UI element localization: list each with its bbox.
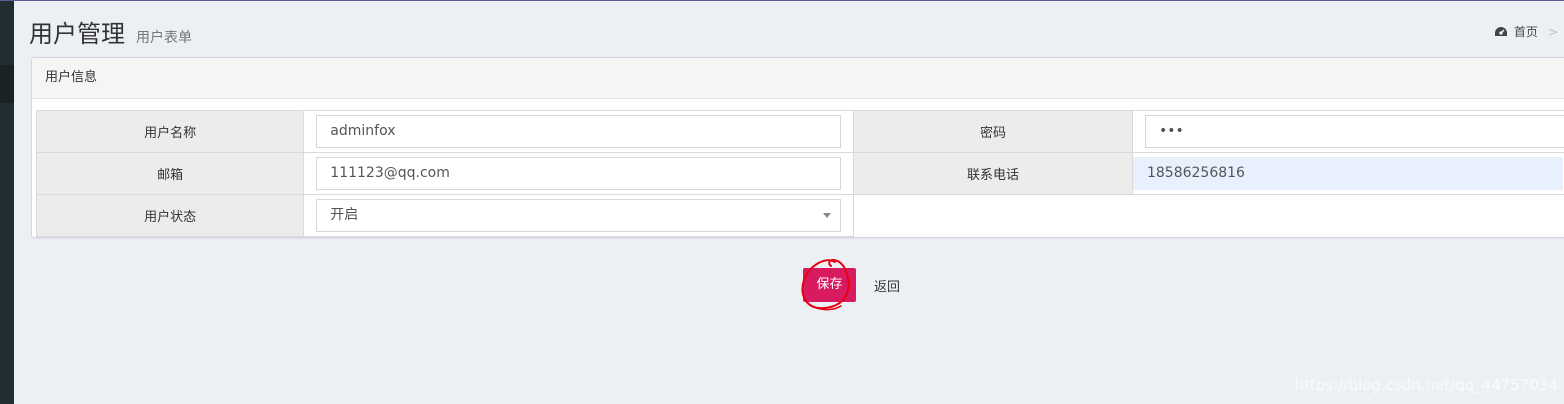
sidebar-active-item[interactable] [0, 65, 14, 103]
email-input[interactable]: 111123@qq.com [316, 157, 842, 190]
email-cell: 111123@qq.com [303, 152, 854, 195]
save-button[interactable]: 保存 [803, 268, 856, 302]
username-cell: adminfox [303, 110, 854, 153]
phone-cell: 18586256816 [1131, 152, 1564, 195]
user-form-table: 用户名称 adminfox 密码 ••• 邮箱 111123@qq.com 联系… [35, 110, 1564, 237]
status-selected-value: 开启 [330, 207, 359, 223]
password-input[interactable]: ••• [1144, 115, 1564, 148]
chevron-down-icon [823, 213, 832, 218]
table-row: 邮箱 111123@qq.com 联系电话 18586256816 [35, 152, 1564, 195]
sidebar-edge [0, 1, 14, 404]
status-cell: 开启 [303, 194, 854, 237]
username-label: 用户名称 [35, 110, 305, 153]
phone-label: 联系电话 [852, 152, 1133, 195]
user-info-panel: 用户信息 用户名称 adminfox 密码 ••• 邮箱 111123@qq.c… [31, 57, 1564, 238]
status-select[interactable]: 开启 [316, 199, 842, 232]
breadcrumb: 首页 > [1494, 23, 1558, 40]
empty-cell [852, 194, 1564, 237]
table-row: 用户状态 开启 [35, 194, 1564, 237]
status-label: 用户状态 [35, 194, 305, 237]
breadcrumb-separator: > [1547, 24, 1558, 39]
email-label: 邮箱 [35, 152, 305, 195]
content-header: 用户管理 用户表单 [29, 14, 192, 48]
table-row: 用户名称 adminfox 密码 ••• [35, 110, 1564, 153]
watermark: https://blog.csdn.net/qq_44757034 [1294, 376, 1558, 394]
password-label: 密码 [852, 110, 1133, 153]
page-subtitle: 用户表单 [136, 30, 192, 46]
panel-title: 用户信息 [32, 58, 1564, 99]
page-title: 用户管理 [29, 20, 125, 48]
window-top-border [0, 0, 1564, 1]
password-cell: ••• [1131, 110, 1564, 153]
form-actions: 保存 返回 [803, 268, 900, 302]
phone-input[interactable]: 18586256816 [1132, 157, 1563, 190]
username-input[interactable]: adminfox [316, 115, 842, 148]
dashboard-icon [1494, 26, 1507, 36]
back-link[interactable]: 返回 [874, 276, 900, 295]
breadcrumb-home-link[interactable]: 首页 [1514, 23, 1538, 40]
